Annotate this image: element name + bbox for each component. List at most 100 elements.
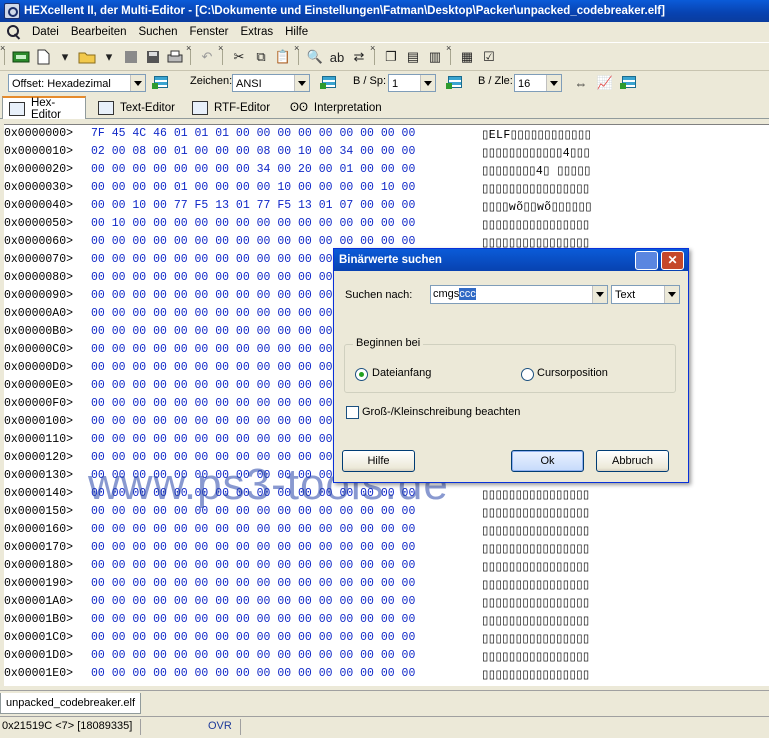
hex-row[interactable]: 0x00001E0> 00 00 00 00 00 00 00 00 00 00 … (4, 667, 764, 685)
row-hex-bytes[interactable]: 02 00 08 00 01 00 00 00 08 00 10 00 34 0… (91, 145, 415, 158)
cancel-button[interactable]: Abbruch (596, 450, 669, 472)
bytes-per-column-select[interactable]: 1 (388, 74, 436, 92)
window-cascade-icon[interactable]: ❐ (380, 46, 402, 68)
menu-magnifier-icon[interactable] (6, 24, 22, 40)
calculator-icon[interactable]: ▦ (456, 46, 478, 68)
menu-datei[interactable]: Datei (26, 26, 65, 38)
toolbar-grip[interactable] (186, 43, 194, 67)
search-input[interactable]: cmgsccc (430, 285, 608, 304)
hex-row[interactable]: 0x0000150> 00 00 00 00 00 00 00 00 00 00 … (4, 505, 764, 523)
hex-row[interactable]: 0x0000190> 00 00 00 00 00 00 00 00 00 00 … (4, 577, 764, 595)
radio-cursorposition[interactable] (521, 368, 534, 381)
row-hex-bytes[interactable]: 00 00 00 00 00 00 00 00 00 00 00 00 00 0… (91, 523, 415, 536)
new-dropdown-arrow-icon[interactable]: ▾ (54, 46, 76, 68)
row-hex-bytes[interactable]: 00 00 00 00 00 00 00 00 00 00 00 00 00 0… (91, 577, 415, 590)
row-ascii[interactable]: ▯▯▯▯▯▯▯▯4▯ ▯▯▯▯▯ (482, 163, 591, 178)
chart-icon[interactable]: 📈 (594, 72, 616, 94)
hex-row[interactable]: 0x0000170> 00 00 00 00 00 00 00 00 00 00 … (4, 541, 764, 559)
open-dropdown-arrow-icon[interactable]: ▾ (98, 46, 120, 68)
row-hex-bytes[interactable]: 00 00 00 00 01 00 00 00 00 10 00 00 00 0… (91, 181, 415, 194)
dropdown-arrow-icon[interactable] (592, 286, 607, 303)
search-history-dropdown[interactable] (592, 285, 608, 304)
menu-suchen[interactable]: Suchen (132, 26, 183, 38)
row-hex-bytes[interactable]: 00 00 00 00 00 00 00 00 00 00 00 00 00 0… (91, 649, 415, 662)
menu-extras[interactable]: Extras (235, 26, 280, 38)
case-sensitive-label[interactable]: Groß-/Kleinschreibung beachten (362, 406, 520, 418)
hex-row[interactable]: 0x0000010> 02 00 08 00 01 00 00 00 08 00 … (4, 145, 764, 163)
row-ascii[interactable]: ▯▯▯▯wõ▯▯wõ▯▯▯▯▯▯ (482, 199, 592, 214)
row-hex-bytes[interactable]: 00 00 00 00 00 00 00 00 00 00 00 00 00 0… (91, 631, 415, 644)
row-ascii[interactable]: ▯▯▯▯▯▯▯▯▯▯▯▯▯▯▯▯ (482, 541, 590, 556)
row-ascii[interactable]: ▯▯▯▯▯▯▯▯▯▯▯▯▯▯▯▯ (482, 523, 590, 538)
row-ascii[interactable]: ▯▯▯▯▯▯▯▯▯▯▯▯▯▯▯▯ (482, 181, 590, 196)
save-all-icon[interactable] (142, 46, 164, 68)
radio-dateianfang[interactable] (355, 368, 368, 381)
hex-row[interactable]: 0x00001C0> 00 00 00 00 00 00 00 00 00 00 … (4, 631, 764, 649)
row-hex-bytes[interactable]: 00 00 00 00 00 00 00 00 00 00 00 00 00 0… (91, 667, 415, 680)
toolbar-grip[interactable] (294, 43, 302, 67)
dialog-close-icon[interactable]: ✕ (661, 251, 684, 270)
replace-icon[interactable]: ⇄ (348, 46, 370, 68)
radio-cursorposition-label[interactable]: Cursorposition (537, 367, 608, 379)
row-ascii[interactable]: ▯ELF▯▯▯▯▯▯▯▯▯▯▯▯ (482, 127, 591, 142)
ok-button[interactable]: Ok (511, 450, 584, 472)
find-replace-icon[interactable]: ab (326, 46, 348, 68)
charset-select[interactable]: ANSI (232, 74, 310, 92)
window-tile-horizontal-icon[interactable]: ▤ (402, 46, 424, 68)
dropdown-arrow-icon[interactable] (664, 286, 679, 303)
find-binoculars-icon[interactable]: 🔍 (304, 46, 326, 68)
row-ascii[interactable]: ▯▯▯▯▯▯▯▯▯▯▯▯▯▯▯▯ (482, 613, 590, 628)
save-icon[interactable] (120, 46, 142, 68)
toolbar-grip[interactable] (370, 43, 378, 67)
document-tab[interactable]: unpacked_codebreaker.elf (0, 693, 142, 714)
paste-icon[interactable]: 📋 (272, 46, 294, 68)
tab-text-editor[interactable]: Text-Editor (92, 98, 180, 117)
offset-format-select[interactable]: Offset: Hexadezimal (8, 74, 146, 92)
toolbar-grip[interactable] (0, 43, 8, 67)
dropdown-arrow-icon[interactable] (130, 75, 145, 91)
row-hex-bytes[interactable]: 00 00 00 00 00 00 00 00 00 00 00 00 00 0… (91, 559, 415, 572)
apply-grid-icon[interactable] (320, 74, 338, 90)
row-hex-bytes[interactable]: 00 00 00 00 00 00 00 00 34 00 20 00 01 0… (91, 163, 415, 176)
dialog-minimize-icon[interactable] (635, 251, 658, 270)
hex-row[interactable]: 0x00001B0> 00 00 00 00 00 00 00 00 00 00 … (4, 613, 764, 631)
search-type-select[interactable]: Text (611, 285, 680, 304)
hex-row[interactable]: 0x0000160> 00 00 00 00 00 00 00 00 00 00 … (4, 523, 764, 541)
row-ascii[interactable]: ▯▯▯▯▯▯▯▯▯▯▯▯▯▯▯▯ (482, 667, 590, 682)
row-ascii[interactable]: ▯▯▯▯▯▯▯▯▯▯▯▯4▯▯▯ (482, 145, 590, 160)
row-hex-bytes[interactable]: 00 00 00 00 00 00 00 00 00 00 00 00 00 0… (91, 505, 415, 518)
row-hex-bytes[interactable]: 00 00 00 00 00 00 00 00 00 00 00 00 00 0… (91, 235, 415, 248)
row-hex-bytes[interactable]: 00 00 00 00 00 00 00 00 00 00 00 00 00 0… (91, 595, 415, 608)
dropdown-arrow-icon[interactable] (420, 75, 435, 91)
radio-dateianfang-label[interactable]: Dateianfang (372, 367, 431, 379)
open-folder-icon[interactable] (76, 46, 98, 68)
help-button[interactable]: Hilfe (342, 450, 415, 472)
apply-grid-icon[interactable] (620, 74, 638, 90)
hex-row[interactable]: 0x0000030> 00 00 00 00 01 00 00 00 00 10 … (4, 181, 764, 199)
row-hex-bytes[interactable]: 00 00 10 00 77 F5 13 01 77 F5 13 01 07 0… (91, 199, 415, 212)
print-icon[interactable] (164, 46, 186, 68)
exit-icon[interactable] (10, 46, 32, 68)
undo-icon[interactable]: ↶ (196, 46, 218, 68)
hex-row[interactable]: 0x0000020> 00 00 00 00 00 00 00 00 34 00 … (4, 163, 764, 181)
row-hex-bytes[interactable]: 00 00 00 00 00 00 00 00 00 00 00 00 00 0… (91, 487, 415, 500)
hex-row[interactable]: 0x0000040> 00 00 10 00 77 F5 13 01 77 F5 … (4, 199, 764, 217)
row-hex-bytes[interactable]: 7F 45 4C 46 01 01 01 00 00 00 00 00 00 0… (91, 127, 415, 140)
tab-hex-editor[interactable]: Hex-Editor (2, 96, 86, 121)
bytes-per-line-select[interactable]: 16 (514, 74, 562, 92)
tab-rtf-editor[interactable]: RTF-Editor (186, 98, 276, 117)
copy-icon[interactable]: ⧉ (250, 46, 272, 68)
row-hex-bytes[interactable]: 00 10 00 00 00 00 00 00 00 00 00 00 00 0… (91, 217, 415, 230)
dropdown-arrow-icon[interactable] (294, 75, 309, 91)
hex-row[interactable]: 0x00001A0> 00 00 00 00 00 00 00 00 00 00 … (4, 595, 764, 613)
hex-row[interactable]: 0x00001D0> 00 00 00 00 00 00 00 00 00 00 … (4, 649, 764, 667)
hex-row[interactable]: 0x0000140> 00 00 00 00 00 00 00 00 00 00 … (4, 487, 764, 505)
row-ascii[interactable]: ▯▯▯▯▯▯▯▯▯▯▯▯▯▯▯▯ (482, 559, 590, 574)
toolbar-grip[interactable] (446, 43, 454, 67)
dropdown-arrow-icon[interactable] (546, 75, 561, 91)
case-sensitive-checkbox[interactable] (346, 406, 359, 419)
apply-grid-icon[interactable] (446, 74, 464, 90)
row-ascii[interactable]: ▯▯▯▯▯▯▯▯▯▯▯▯▯▯▯▯ (482, 631, 590, 646)
row-hex-bytes[interactable]: 00 00 00 00 00 00 00 00 00 00 00 00 00 0… (91, 613, 415, 626)
row-ascii[interactable]: ▯▯▯▯▯▯▯▯▯▯▯▯▯▯▯▯ (482, 649, 590, 664)
